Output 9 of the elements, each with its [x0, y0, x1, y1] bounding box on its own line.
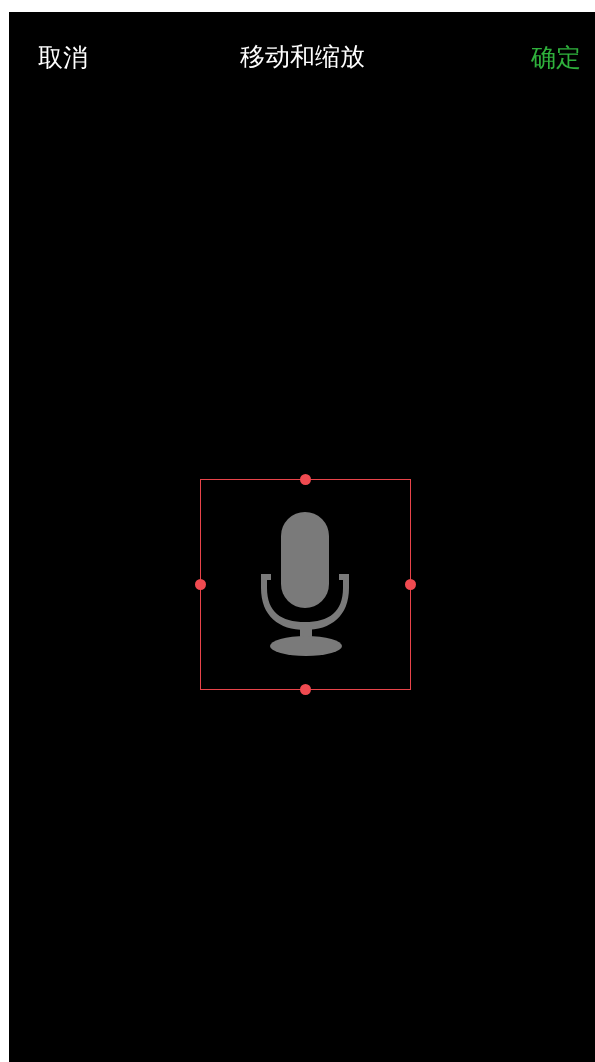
microphone-icon	[260, 512, 352, 658]
crop-handle[interactable]	[300, 474, 311, 485]
crop-handle[interactable]	[405, 579, 416, 590]
crop-handle[interactable]	[300, 684, 311, 695]
cancel-button[interactable]: 取消	[38, 40, 88, 74]
screen-title: 移动和缩放	[239, 42, 365, 71]
confirm-button[interactable]: 确定	[531, 40, 581, 74]
crop-handle[interactable]	[195, 579, 206, 590]
crop-frame[interactable]	[200, 479, 411, 690]
